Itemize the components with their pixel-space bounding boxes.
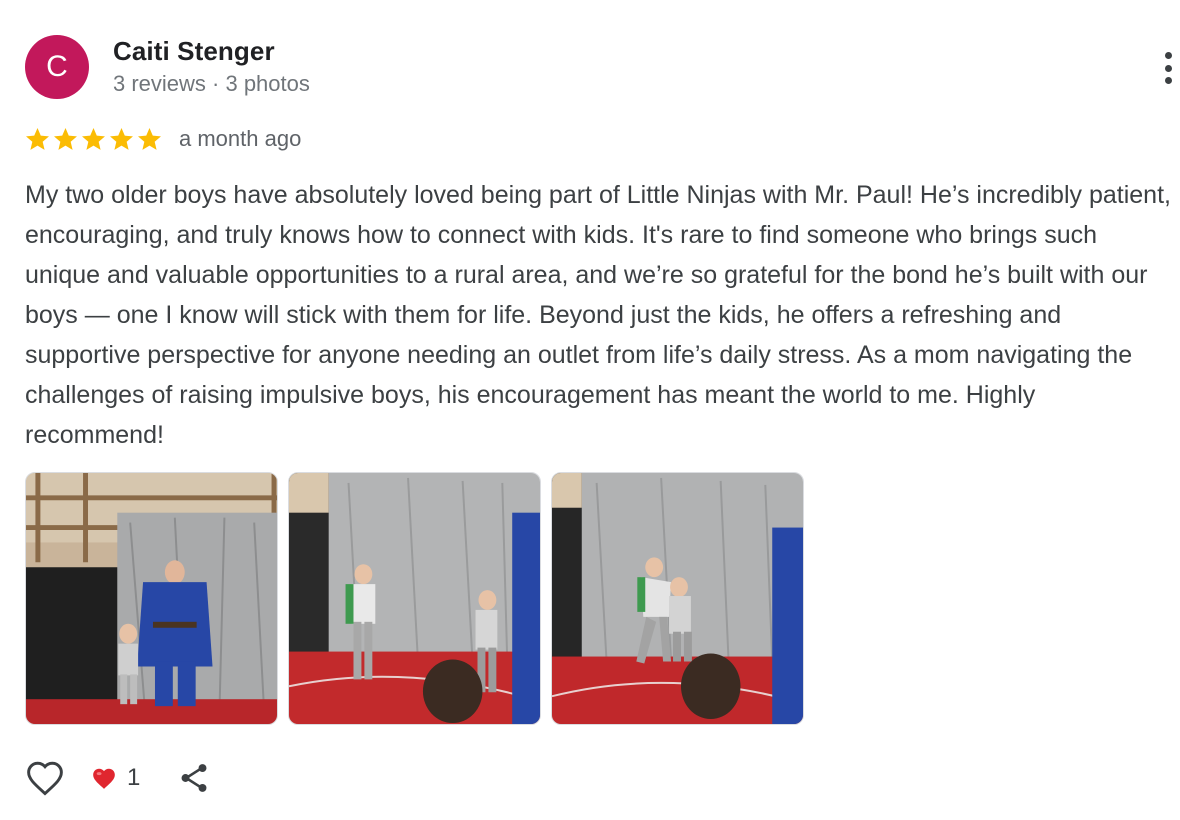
review-actions: 1 xyxy=(25,758,214,798)
star-icon xyxy=(110,127,133,150)
reaction-count: 1 xyxy=(127,764,141,791)
star-icon xyxy=(54,127,77,150)
review-photo-1[interactable] xyxy=(25,472,278,725)
reviewer-name[interactable]: Caiti Stenger xyxy=(113,36,275,67)
star-icon xyxy=(138,127,161,150)
star-icon xyxy=(82,127,105,150)
avatar[interactable]: C xyxy=(25,35,89,99)
star-icon xyxy=(26,127,49,150)
heart-outline-icon[interactable] xyxy=(25,758,65,798)
rating-row: a month ago xyxy=(24,122,301,156)
review-time: a month ago xyxy=(179,126,302,151)
share-icon[interactable] xyxy=(174,758,214,798)
red-heart-icon xyxy=(93,768,115,789)
review-photo-3[interactable] xyxy=(551,472,804,725)
avatar-initial: C xyxy=(46,50,68,83)
review-text: My two older boys have absolutely loved … xyxy=(25,181,1171,449)
reviewer-meta: 3 reviews · 3 photos xyxy=(113,71,310,96)
photo-gallery xyxy=(25,472,804,725)
reaction[interactable]: 1 xyxy=(91,764,140,792)
star-rating xyxy=(24,126,163,153)
more-vertical-icon[interactable] xyxy=(1150,48,1180,88)
review-photo-2[interactable] xyxy=(288,472,541,725)
